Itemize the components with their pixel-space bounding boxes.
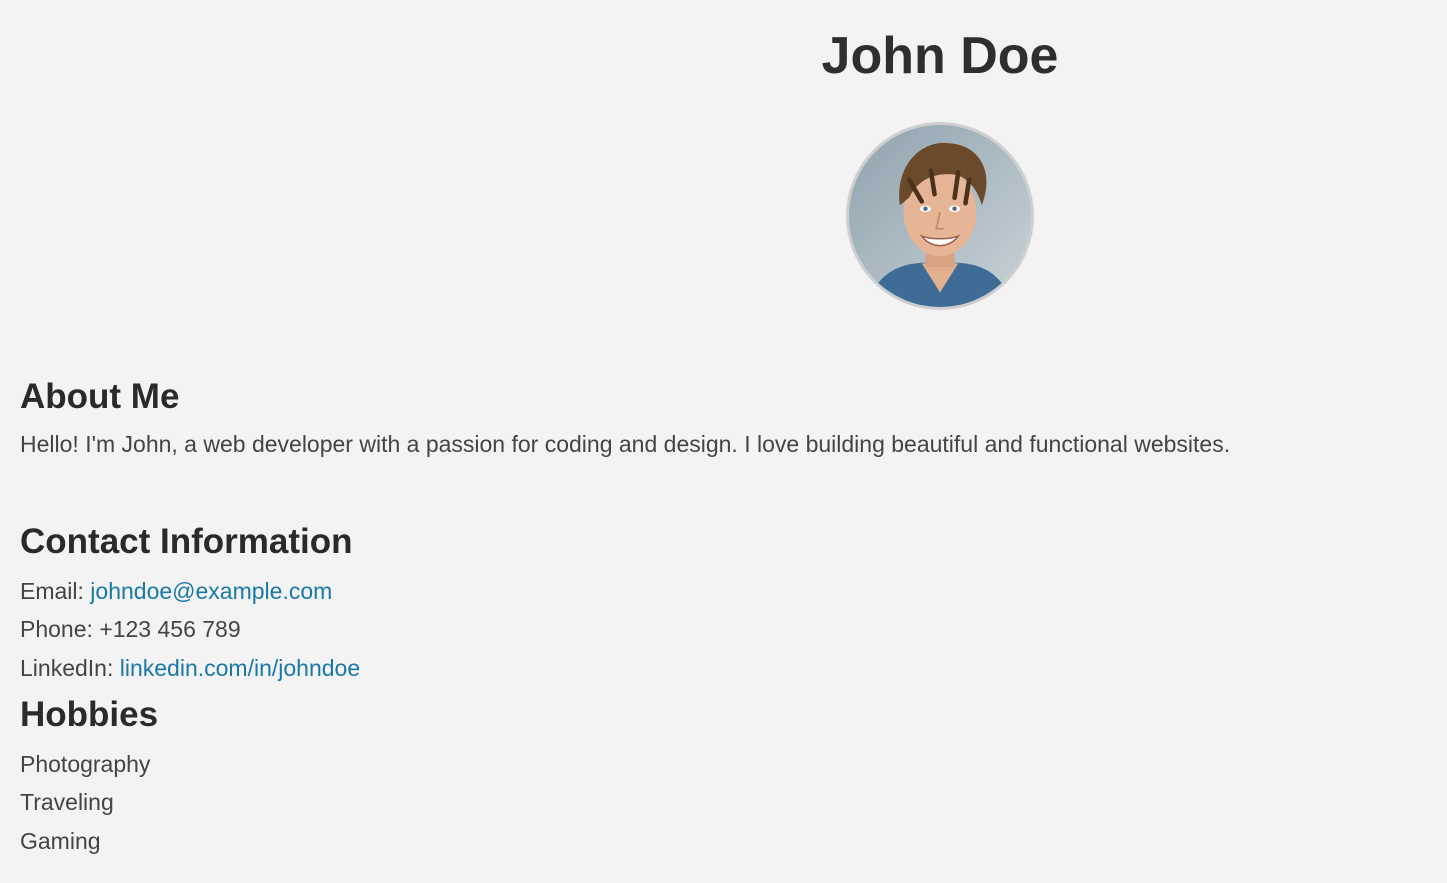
about-heading: About Me bbox=[20, 377, 180, 416]
linkedin-label: LinkedIn: bbox=[20, 655, 114, 681]
email-label: Email: bbox=[20, 578, 84, 604]
phone-value: +123 456 789 bbox=[99, 616, 241, 642]
hobbies-heading: Hobbies bbox=[20, 695, 159, 734]
page-title: John Doe bbox=[821, 27, 1059, 85]
hobby-item: Traveling bbox=[20, 789, 114, 815]
hobby-item: Photography bbox=[20, 751, 151, 777]
contact-heading: Contact Information bbox=[20, 522, 353, 561]
phone-row: Phone: +123 456 789 bbox=[20, 615, 241, 643]
hobby-item: Gaming bbox=[20, 828, 101, 854]
linkedin-row: LinkedIn: linkedin.com/in/johndoe bbox=[20, 654, 360, 682]
phone-label: Phone: bbox=[20, 616, 93, 642]
linkedin-link[interactable]: linkedin.com/in/johndoe bbox=[120, 655, 360, 681]
about-text: Hello! I'm John, a web developer with a … bbox=[20, 431, 1231, 457]
profile-page: John Doe About Me Hello! I'm John, a web… bbox=[0, 0, 1447, 883]
avatar-image bbox=[849, 125, 1031, 307]
avatar bbox=[846, 122, 1034, 310]
email-row: Email: johndoe@example.com bbox=[20, 577, 332, 605]
email-link[interactable]: johndoe@example.com bbox=[90, 578, 332, 604]
